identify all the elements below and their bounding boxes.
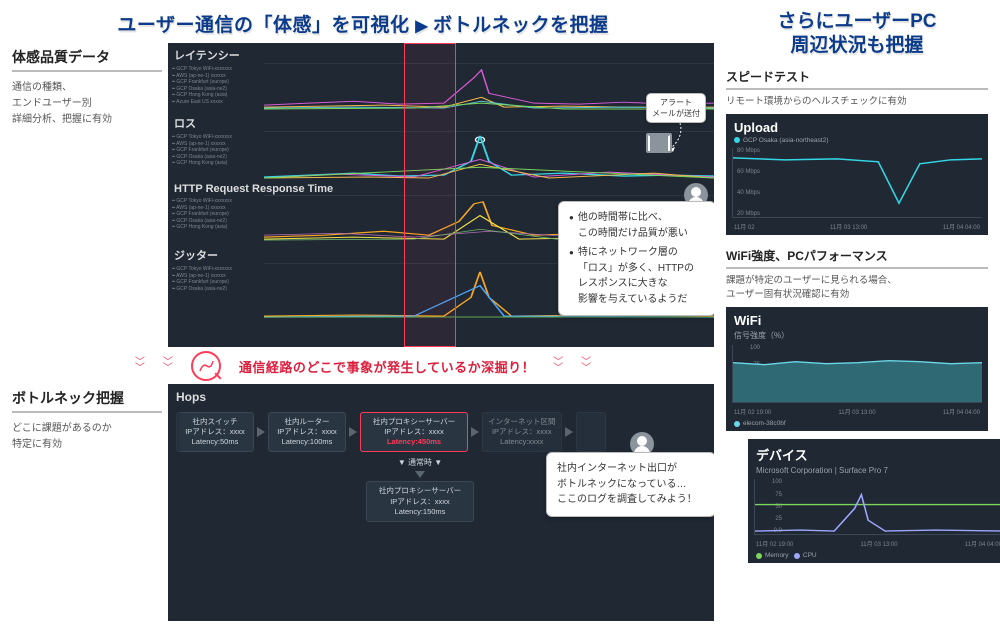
main-title: ユーザー通信の「体感」を可視化 ▶ ボトルネックを把握 <box>12 10 714 37</box>
arrow-down-icon <box>415 471 425 478</box>
side-section-quality: 体感品質データ 通信の種類、 エンドユーザー別 詳細分析、把握に有効 <box>12 43 162 347</box>
heading-speedtest: スピードテスト <box>726 68 988 90</box>
arrow-right-icon <box>565 427 573 437</box>
hops-dashboard[interactable]: Hops 社内スイッチ IPアドレス：xxxx Latency:50ms 社内ル… <box>168 384 714 621</box>
chart-legend: ━ GCP Tokyo WiFi-xxxxxxx━ AWS (ap-ne-1) … <box>168 63 264 111</box>
hop-node-normal[interactable]: 社内プロキシーサーバー IPアドレス：xxxx Latency:150ms <box>366 481 474 521</box>
magnify-route-icon <box>191 351 221 381</box>
right-panel: さらにユーザーPC 周辺状況も把握 スピードテスト リモート環境からのヘルスチェ… <box>726 10 988 621</box>
arrow-right-icon <box>349 427 357 437</box>
chevron-down-icon: ﹀﹀ <box>581 360 591 372</box>
panel-device[interactable]: デバイス Microsoft Corporation | Surface Pro… <box>748 439 1000 563</box>
hop-node[interactable]: 社内スイッチ IPアドレス：xxxx Latency:50ms <box>176 412 254 452</box>
alert-mail-bubble: アラート メールが送付 <box>646 93 706 123</box>
chevron-down-icon: ﹀﹀ <box>553 360 563 372</box>
hops-row: 社内スイッチ IPアドレス：xxxx Latency:50ms 社内ルーター I… <box>176 412 706 452</box>
section-speedtest: スピードテスト リモート環境からのヘルスチェックに有効 Upload GCP O… <box>726 68 988 235</box>
quality-dashboard[interactable]: アラート メールが送付 他の時間帯に比べ、 この時間だけ品質が悪い 特にネットワ… <box>168 43 714 347</box>
hops-title: Hops <box>176 390 706 404</box>
hops-normal-compare: ▼ 通常時 ▼ 社内プロキシーサーバー IPアドレス：xxxx Latency:… <box>356 457 484 521</box>
chart-legend: ━ GCP Tokyo WiFi-xxxxxxx━ AWS (ap-ne-1) … <box>168 131 264 179</box>
left-panel: ユーザー通信の「体感」を可視化 ▶ ボトルネックを把握 体感品質データ 通信の種… <box>12 10 714 621</box>
heading-wifi: WiFi強度、PCパフォーマンス <box>726 247 988 269</box>
arrow-right-icon <box>471 427 479 437</box>
hops-speech-bubble: 社内インターネット出口が ボトルネックになっている… ここのログを調査してみよう… <box>546 452 714 517</box>
panel-wifi[interactable]: WiFi 信号強度（%） 100755025 11月 02 19:0011月 0… <box>726 307 988 431</box>
right-title: さらにユーザーPC 周辺状況も把握 <box>726 10 988 58</box>
side-heading-quality: 体感品質データ <box>12 47 162 72</box>
chart-loss[interactable]: ロス ━ GCP Tokyo WiFi-xxxxxxx━ AWS (ap-ne-… <box>168 111 714 179</box>
hop-node[interactable]: 社内ルーター IPアドレス：xxxx Latency:100ms <box>268 412 346 452</box>
chart-legend: ━ GCP Tokyo WiFi-xxxxxxx━ AWS (ap-ne-1) … <box>168 263 264 319</box>
title-part-a: ユーザー通信の「体感」を可視化 <box>117 15 409 36</box>
chart-latency[interactable]: レイテンシー ━ GCP Tokyo WiFi-xxxxxxx━ AWS (ap… <box>168 43 714 111</box>
side-section-bottleneck: ボトルネック把握 どこに課題があるのか 特定に有効 <box>12 384 162 621</box>
title-part-b: ボトルネックを把握 <box>433 15 609 36</box>
arrow-right-icon <box>257 427 265 437</box>
chart-legend: ━ GCP Tokyo WiFi-xxxxxxx━ AWS (ap-ne-1) … <box>168 195 264 243</box>
chevron-down-icon: ﹀﹀ <box>135 360 145 372</box>
triangle-icon: ▶ <box>415 18 433 35</box>
chevron-down-icon: ﹀﹀ <box>163 360 173 372</box>
section-wifi-perf: WiFi強度、PCパフォーマンス 課題が特定のユーザーに見られる場合、 ユーザー… <box>726 247 988 564</box>
panel-upload[interactable]: Upload GCP Osaka (asia-northeast2) 80 Mb… <box>726 114 988 235</box>
analysis-speech-bubble: 他の時間帯に比べ、 この時間だけ品質が悪い 特にネットワーク層の 「ロス」が多く… <box>558 201 714 316</box>
drilldown-divider: ﹀﹀ ﹀﹀ 通信経路のどこで事象が発生しているか深掘り！ ﹀﹀ ﹀﹀ <box>12 347 714 384</box>
mail-icon <box>646 133 672 153</box>
desc-speedtest: リモート環境からのヘルスチェックに有効 <box>726 95 988 109</box>
drilldown-caption: 通信経路のどこで事象が発生しているか深掘り！ <box>239 357 535 376</box>
side-desc-quality: 通信の種類、 エンドユーザー別 詳細分析、把握に有効 <box>12 80 162 128</box>
hop-node[interactable] <box>576 412 606 452</box>
side-heading-bottleneck: ボトルネック把握 <box>12 388 162 413</box>
side-desc-bottleneck: どこに課題があるのか 特定に有効 <box>12 421 162 453</box>
upload-legend: GCP Osaka (asia-northeast2) <box>726 137 988 148</box>
hop-node-bottleneck[interactable]: 社内プロキシーサーバー IPアドレス：xxxx Latency:450ms <box>360 412 468 452</box>
desc-wifi: 課題が特定のユーザーに見られる場合、 ユーザー固有状況確認に有効 <box>726 274 988 303</box>
hop-node[interactable]: インターネット区間 IPアドレス：xxxx Latency:xxxx <box>482 412 562 452</box>
